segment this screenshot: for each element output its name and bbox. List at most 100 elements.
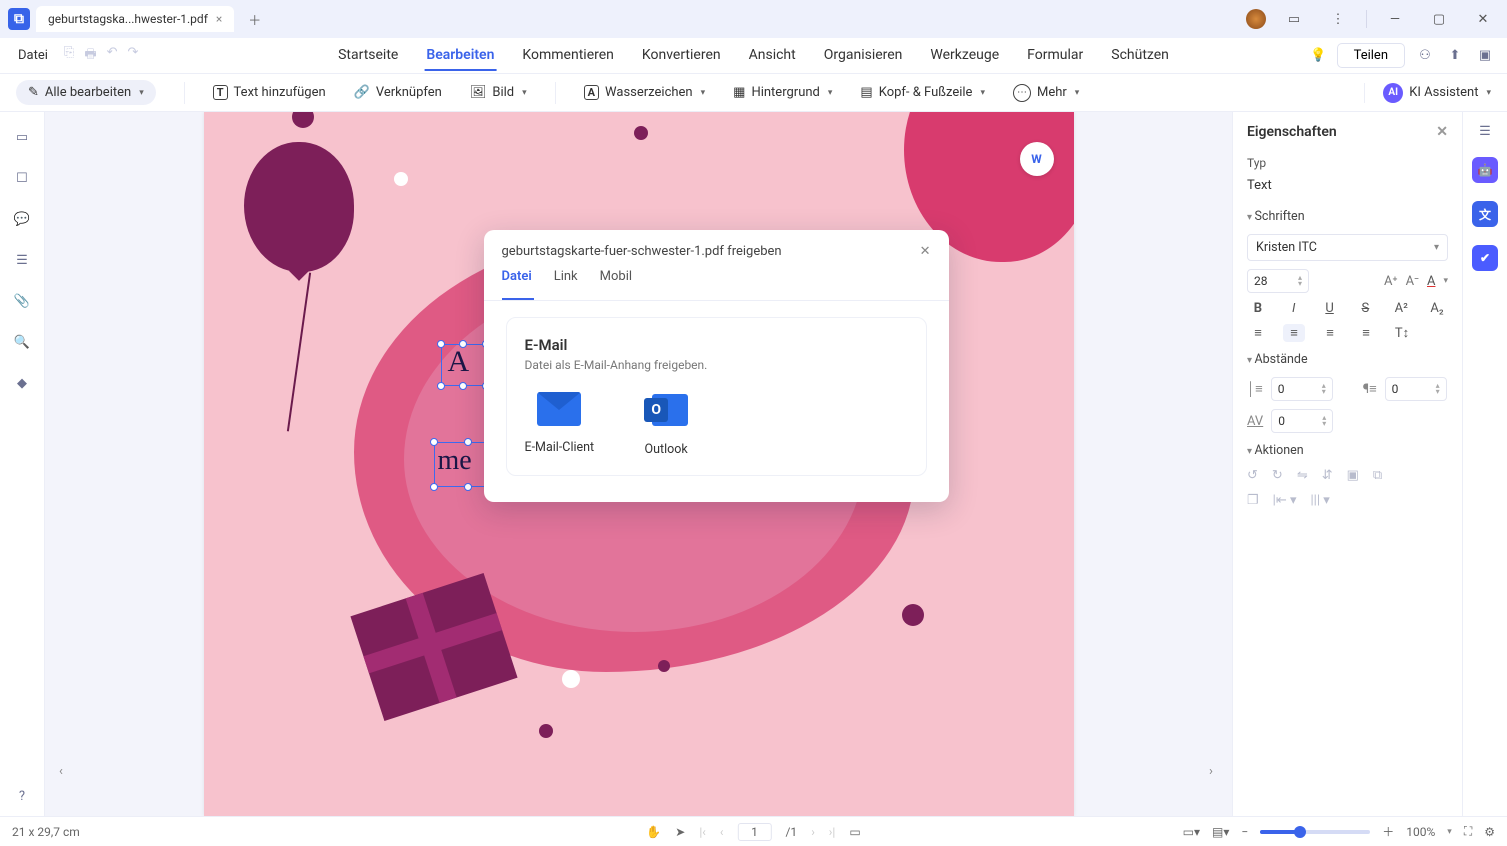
print-icon[interactable]: 🖶 bbox=[84, 45, 96, 67]
canvas[interactable]: ‹ A me bbox=[45, 112, 1232, 816]
hints-icon[interactable]: 💡 bbox=[1310, 48, 1326, 63]
align-left-icon[interactable]: ≡ bbox=[1247, 324, 1269, 342]
tool-link[interactable]: 🔗 Verknüpfen bbox=[354, 85, 442, 100]
tab-kommentieren[interactable]: Kommentieren bbox=[520, 41, 615, 71]
share-tab-mobil[interactable]: Mobil bbox=[600, 269, 632, 290]
tool-ai-assistant[interactable]: AI KI Assistent▾ bbox=[1364, 83, 1491, 103]
crop-icon[interactable]: ▣ bbox=[1347, 468, 1359, 483]
translate-icon[interactable]: 文 bbox=[1472, 201, 1498, 227]
italic-icon[interactable]: I bbox=[1283, 301, 1305, 316]
align-left-obj-icon[interactable]: |⇤ ▾ bbox=[1273, 493, 1297, 508]
subscript-icon[interactable]: A₂ bbox=[1426, 301, 1448, 316]
close-dialog-icon[interactable]: ✕ bbox=[920, 244, 931, 259]
tab-bearbeiten[interactable]: Bearbeiten bbox=[424, 41, 496, 71]
view-mode-icon[interactable]: ▤▾ bbox=[1212, 825, 1229, 839]
rotate-cw-icon[interactable]: ↻ bbox=[1272, 468, 1283, 483]
align-center-icon[interactable]: ≡ bbox=[1283, 324, 1305, 342]
share-option-outlook[interactable]: O Outlook bbox=[644, 392, 688, 457]
select-tool-icon[interactable]: ➤ bbox=[675, 825, 685, 839]
stack-icon[interactable]: ◆ bbox=[17, 376, 27, 391]
tab-organisieren[interactable]: Organisieren bbox=[822, 41, 905, 71]
cloud-upload-icon[interactable]: ⬆ bbox=[1445, 46, 1465, 66]
tree-icon[interactable]: ⚇ bbox=[1415, 46, 1435, 66]
align-right-icon[interactable]: ≡ bbox=[1319, 324, 1341, 342]
collapse-right-icon[interactable]: › bbox=[1209, 764, 1229, 784]
reading-mode-icon[interactable]: ▭ bbox=[849, 825, 860, 839]
strikethrough-icon[interactable]: S bbox=[1354, 301, 1376, 316]
font-color-icon[interactable]: A bbox=[1427, 274, 1435, 289]
settings-icon[interactable]: ⚙ bbox=[1484, 825, 1495, 839]
zoom-out-icon[interactable]: − bbox=[1241, 825, 1248, 839]
zoom-in-icon[interactable]: ＋ bbox=[1382, 823, 1394, 840]
rotate-ccw-icon[interactable]: ↺ bbox=[1247, 468, 1258, 483]
attachment-icon[interactable]: 📎 bbox=[14, 294, 30, 309]
zoom-value[interactable]: 100% bbox=[1406, 825, 1435, 839]
tab-konvertieren[interactable]: Konvertieren bbox=[640, 41, 723, 71]
decrease-font-icon[interactable]: A⁻ bbox=[1406, 274, 1419, 289]
distribute-icon[interactable]: ||| ▾ bbox=[1310, 493, 1329, 508]
tab-startseite[interactable]: Startseite bbox=[336, 41, 400, 71]
pdf-page[interactable]: A me W geburtstagskarte-fuer-schwester-1… bbox=[204, 112, 1074, 816]
tab-werkzeuge[interactable]: Werkzeuge bbox=[928, 41, 1001, 71]
tool-watermark[interactable]: A Wasserzeichen▾ bbox=[584, 85, 705, 100]
char-spacing-input[interactable]: 0▴▾ bbox=[1271, 409, 1333, 433]
share-option-email-client[interactable]: E-Mail-Client bbox=[525, 392, 595, 457]
bold-icon[interactable]: B bbox=[1247, 301, 1269, 316]
undo-icon[interactable]: ↶ bbox=[107, 45, 118, 67]
align-justify-icon[interactable]: ≡ bbox=[1355, 324, 1377, 342]
minimize-button[interactable]: — bbox=[1379, 5, 1411, 33]
document-tab[interactable]: geburtstagska...hwester-1.pdf × bbox=[36, 6, 234, 32]
underline-icon[interactable]: U bbox=[1319, 301, 1341, 316]
extract-icon[interactable]: ⧉ bbox=[1373, 468, 1382, 483]
open-icon[interactable]: ⎘ bbox=[64, 45, 74, 67]
collapse-left-icon[interactable]: ‹ bbox=[59, 764, 79, 784]
close-tab-icon[interactable]: × bbox=[216, 12, 222, 26]
chat-icon[interactable]: ▭ bbox=[1278, 5, 1310, 33]
help-icon[interactable]: ? bbox=[19, 789, 25, 804]
tool-add-text[interactable]: T Text hinzufügen bbox=[213, 85, 326, 100]
tool-edit-all[interactable]: ✎ Alle bearbeiten▾ bbox=[16, 80, 156, 105]
word-export-icon[interactable]: W bbox=[1020, 142, 1054, 176]
tool-image[interactable]: 🖼 Bild▾ bbox=[470, 85, 527, 100]
layers-icon[interactable]: ☰ bbox=[16, 253, 28, 268]
tool-header-footer[interactable]: ▤ Kopf- & Fußzeile▾ bbox=[860, 85, 985, 100]
file-menu[interactable]: Datei bbox=[12, 44, 54, 67]
check-icon[interactable]: ✔ bbox=[1472, 245, 1498, 271]
first-page-icon[interactable]: |‹ bbox=[699, 825, 706, 839]
redo-icon[interactable]: ↷ bbox=[128, 45, 139, 67]
panel-toggle-icon[interactable]: ▣ bbox=[1475, 46, 1495, 66]
hand-tool-icon[interactable]: ✋ bbox=[646, 825, 661, 839]
page-number-input[interactable]: 1 bbox=[737, 823, 771, 841]
flip-vertical-icon[interactable]: ⇵ bbox=[1322, 468, 1333, 483]
font-family-select[interactable]: Kristen ITC▾ bbox=[1247, 234, 1448, 261]
share-tab-datei[interactable]: Datei bbox=[502, 269, 532, 290]
next-page-icon[interactable]: › bbox=[811, 825, 815, 839]
bookmark-icon[interactable]: ☐ bbox=[16, 171, 28, 186]
share-tab-link[interactable]: Link bbox=[554, 269, 578, 290]
font-size-input[interactable]: 28▴▾ bbox=[1247, 269, 1309, 293]
line-spacing-input[interactable]: 0▴▾ bbox=[1271, 377, 1333, 401]
fonts-section-header[interactable]: Schriften bbox=[1247, 209, 1448, 224]
maximize-button[interactable]: ▢ bbox=[1423, 5, 1455, 33]
text-selection[interactable]: A bbox=[441, 344, 486, 386]
superscript-icon[interactable]: A² bbox=[1390, 301, 1412, 316]
tab-ansicht[interactable]: Ansicht bbox=[747, 41, 798, 71]
last-page-icon[interactable]: ›| bbox=[829, 825, 836, 839]
spacing-section-header[interactable]: Abstände bbox=[1247, 352, 1448, 367]
sliders-icon[interactable]: ☰ bbox=[1479, 124, 1491, 139]
flip-horizontal-icon[interactable]: ⇋ bbox=[1297, 468, 1308, 483]
close-panel-icon[interactable]: ✕ bbox=[1436, 124, 1448, 140]
comment-icon[interactable]: 💬 bbox=[14, 212, 30, 227]
actions-section-header[interactable]: Aktionen bbox=[1247, 443, 1448, 458]
tab-schuetzen[interactable]: Schützen bbox=[1109, 41, 1171, 71]
increase-font-icon[interactable]: A⁺ bbox=[1384, 274, 1398, 289]
prev-page-icon[interactable]: ‹ bbox=[720, 825, 724, 839]
zoom-slider[interactable] bbox=[1260, 830, 1370, 834]
copy-icon[interactable]: ❐ bbox=[1247, 493, 1259, 508]
tool-more[interactable]: ⋯ Mehr▾ bbox=[1013, 84, 1079, 102]
ai-chat-icon[interactable]: 🤖 bbox=[1472, 157, 1498, 183]
tool-background[interactable]: ▦ Hintergrund▾ bbox=[733, 85, 832, 100]
tab-formular[interactable]: Formular bbox=[1025, 41, 1085, 71]
close-window-button[interactable]: ✕ bbox=[1467, 5, 1499, 33]
add-tab-button[interactable]: ＋ bbox=[240, 6, 269, 33]
